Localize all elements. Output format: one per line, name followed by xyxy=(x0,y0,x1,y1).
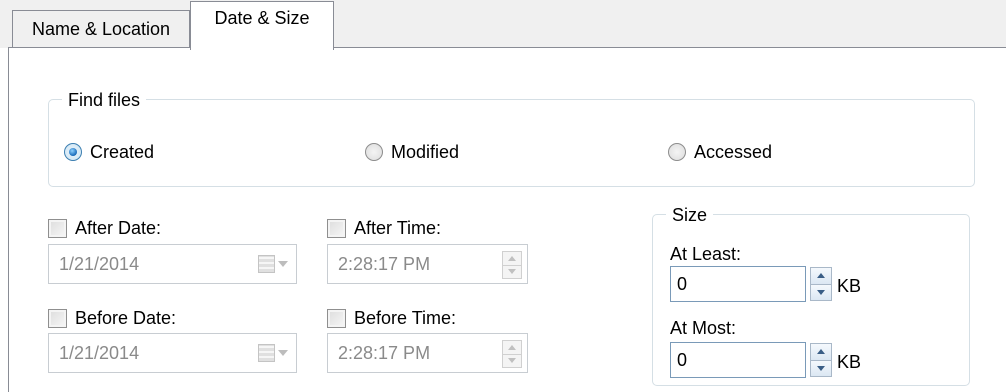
spin-down-icon[interactable] xyxy=(811,283,831,300)
tab-name-location-label: Name & Location xyxy=(31,19,171,39)
spin-down-icon[interactable] xyxy=(503,353,521,367)
spin-up-icon[interactable] xyxy=(503,252,521,265)
after-time-picker[interactable]: 2:28:17 PM xyxy=(327,244,528,284)
at-most-input[interactable] xyxy=(670,342,806,378)
spin-down-icon[interactable] xyxy=(811,359,831,376)
spin-up-icon[interactable] xyxy=(811,268,831,284)
after-time-label: After Time: xyxy=(354,217,442,238)
find-files-legend: Find files xyxy=(62,90,147,110)
before-time-picker[interactable]: 2:28:17 PM xyxy=(327,333,528,373)
before-date-picker[interactable]: 1/21/2014 xyxy=(48,333,297,373)
spin-up-icon[interactable] xyxy=(811,344,831,360)
at-most-spinner[interactable] xyxy=(810,343,832,377)
before-time-value: 2:28:17 PM xyxy=(338,342,431,363)
calendar-dropdown-icon[interactable] xyxy=(258,344,288,362)
radio-modified[interactable]: Modified xyxy=(365,140,459,164)
after-date-label: After Date: xyxy=(75,217,162,238)
after-date-checkbox-box[interactable] xyxy=(48,218,67,238)
after-time-value: 2:28:17 PM xyxy=(338,253,431,274)
before-time-label: Before Time: xyxy=(354,307,457,328)
at-most-unit: KB xyxy=(837,352,862,372)
after-date-value: 1/21/2014 xyxy=(59,253,140,274)
radio-accessed-dot[interactable] xyxy=(668,143,686,161)
before-date-checkbox[interactable]: Before Date: xyxy=(48,306,176,330)
radio-accessed-label: Accessed xyxy=(694,141,773,162)
after-time-checkbox[interactable]: After Time: xyxy=(327,216,441,240)
before-date-label: Before Date: xyxy=(75,307,177,328)
at-least-input[interactable] xyxy=(670,266,806,302)
size-legend: Size xyxy=(666,205,714,225)
radio-modified-label: Modified xyxy=(391,141,460,162)
after-date-picker[interactable]: 1/21/2014 xyxy=(48,244,297,284)
radio-created[interactable]: Created xyxy=(64,140,154,164)
radio-created-label: Created xyxy=(90,141,155,162)
before-time-checkbox[interactable]: Before Time: xyxy=(327,306,456,330)
after-time-checkbox-box[interactable] xyxy=(327,218,346,238)
after-time-spinner[interactable] xyxy=(502,251,522,279)
spin-up-icon[interactable] xyxy=(503,341,521,354)
before-date-value: 1/21/2014 xyxy=(59,342,140,363)
after-date-checkbox[interactable]: After Date: xyxy=(48,216,161,240)
tab-date-size[interactable]: Date & Size xyxy=(190,1,334,50)
calendar-dropdown-icon[interactable] xyxy=(258,255,288,273)
tab-date-size-label: Date & Size xyxy=(214,7,310,28)
at-least-label: At Least: xyxy=(670,244,742,264)
at-least-spinner[interactable] xyxy=(810,267,832,301)
before-time-spinner[interactable] xyxy=(502,340,522,368)
radio-created-dot[interactable] xyxy=(64,143,82,161)
radio-accessed[interactable]: Accessed xyxy=(668,140,772,164)
radio-modified-dot[interactable] xyxy=(365,143,383,161)
at-most-label: At Most: xyxy=(670,318,737,338)
find-files-group xyxy=(48,99,975,187)
at-least-unit: KB xyxy=(837,276,862,296)
tab-name-location[interactable]: Name & Location xyxy=(12,10,190,48)
spin-down-icon[interactable] xyxy=(503,264,521,278)
before-time-checkbox-box[interactable] xyxy=(327,308,346,328)
before-date-checkbox-box[interactable] xyxy=(48,308,67,328)
